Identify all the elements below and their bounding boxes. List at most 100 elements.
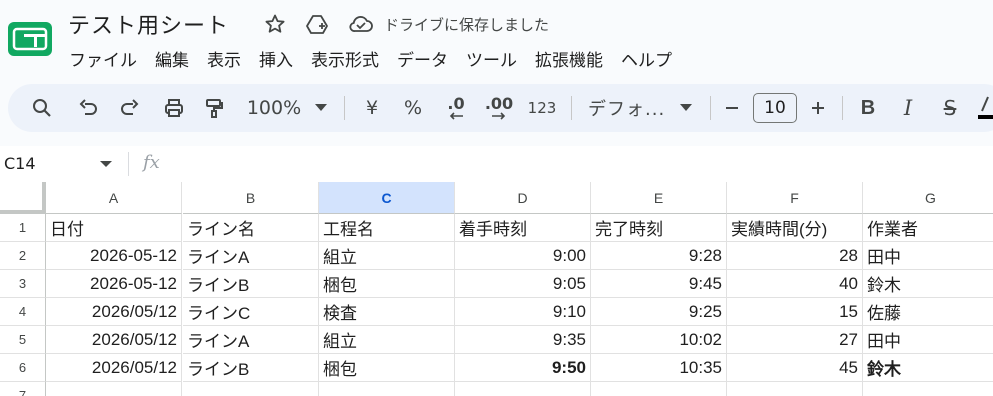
row-header-4[interactable]: 4 [0, 298, 46, 326]
column-header-d[interactable]: D [455, 182, 591, 214]
row-header-5[interactable]: 5 [0, 326, 46, 354]
cell-col-process[interactable]: 組立 [319, 242, 455, 270]
cell-col-end-time[interactable]: 9:28 [591, 242, 727, 270]
zoom-value[interactable]: 100% [244, 84, 304, 132]
cell-col-line-name[interactable]: ラインC [183, 298, 319, 326]
cell-col-actual-minutes[interactable] [727, 382, 863, 396]
cell-col-line-name[interactable]: ラインA [183, 242, 319, 270]
sheets-logo-icon[interactable] [8, 22, 52, 56]
increase-font-size-icon[interactable] [806, 84, 830, 132]
undo-icon[interactable] [74, 84, 102, 132]
paint-format-icon[interactable] [200, 84, 228, 132]
cell-col-date[interactable]: 2026-05-12 [46, 242, 182, 270]
italic-button[interactable]: I [896, 84, 920, 132]
currency-button[interactable]: ¥ [360, 84, 384, 132]
cell-col-date[interactable] [46, 382, 182, 396]
row-header-6[interactable]: 6 [0, 354, 46, 382]
redo-icon[interactable] [116, 84, 144, 132]
zoom-dropdown-icon[interactable] [311, 84, 331, 132]
column-header-c[interactable]: C [319, 182, 455, 214]
cell-col-worker[interactable]: 田中 [863, 242, 993, 270]
cell-col-start-time[interactable] [455, 382, 591, 396]
cell-col-actual-minutes[interactable]: 45 [727, 354, 863, 382]
header-cell-col-date[interactable]: 日付 [46, 214, 182, 242]
more-formats-button[interactable]: 123 [526, 84, 558, 132]
cell-col-actual-minutes[interactable]: 27 [727, 326, 863, 354]
menu-edit[interactable]: 編集 [146, 44, 198, 73]
cell-col-date[interactable]: 2026/05/12 [46, 354, 182, 382]
cell-col-process[interactable]: 組立 [319, 326, 455, 354]
menu-file[interactable]: ファイル [60, 44, 146, 73]
cell-col-line-name[interactable]: ラインB [183, 270, 319, 298]
header-cell-col-end-time[interactable]: 完了時刻 [591, 214, 727, 242]
cell-col-line-name[interactable]: ラインB [183, 354, 319, 382]
menu-view[interactable]: 表示 [198, 44, 250, 73]
cell-col-end-time[interactable]: 9:45 [591, 270, 727, 298]
row-header-2[interactable]: 2 [0, 242, 46, 270]
cloud-saved-icon[interactable] [348, 12, 373, 36]
percent-button[interactable]: % [401, 84, 425, 132]
decrease-font-size-icon[interactable] [720, 84, 744, 132]
cell-col-date[interactable]: 2026/05/12 [46, 298, 182, 326]
cell-col-start-time[interactable]: 9:50 [455, 354, 591, 382]
bold-button[interactable]: B [856, 84, 880, 132]
column-header-a[interactable]: A [46, 182, 182, 214]
decrease-decimal-button[interactable]: .0 [441, 84, 471, 132]
cell-col-end-time[interactable]: 10:35 [591, 354, 727, 382]
cell-col-worker[interactable]: 佐藤 [863, 298, 993, 326]
cell-col-worker[interactable]: 田中 [863, 326, 993, 354]
cell-col-start-time[interactable]: 9:35 [455, 326, 591, 354]
row-header-7[interactable]: 7 [0, 382, 46, 396]
text-color-icon[interactable] [978, 84, 993, 132]
name-box-dropdown-icon[interactable] [100, 161, 112, 167]
cell-col-process[interactable]: 梱包 [319, 354, 455, 382]
cell-col-date[interactable]: 2026-05-12 [46, 270, 182, 298]
menu-format[interactable]: 表示形式 [302, 44, 388, 73]
cell-col-worker[interactable] [863, 382, 993, 396]
select-all-corner[interactable] [0, 182, 46, 214]
cell-col-worker[interactable]: 鈴木 [863, 354, 993, 382]
column-header-b[interactable]: B [183, 182, 319, 214]
menu-tools[interactable]: ツール [457, 44, 526, 73]
cell-col-actual-minutes[interactable]: 40 [727, 270, 863, 298]
column-header-e[interactable]: E [591, 182, 727, 214]
cell-col-actual-minutes[interactable]: 28 [727, 242, 863, 270]
font-dropdown-icon[interactable] [676, 84, 696, 132]
cell-col-worker[interactable]: 鈴木 [863, 270, 993, 298]
document-title[interactable]: テスト用シート [68, 8, 229, 40]
row-header-1[interactable]: 1 [0, 214, 46, 242]
menu-help[interactable]: ヘルプ [612, 44, 681, 73]
cell-col-date[interactable]: 2026/05/12 [46, 326, 182, 354]
menu-extensions[interactable]: 拡張機能 [526, 44, 612, 73]
star-icon[interactable] [263, 12, 287, 36]
strikethrough-button[interactable]: S [937, 84, 963, 132]
cell-col-process[interactable] [319, 382, 455, 396]
cell-col-start-time[interactable]: 9:10 [455, 298, 591, 326]
cell-col-end-time[interactable]: 9:25 [591, 298, 727, 326]
cell-col-actual-minutes[interactable]: 15 [727, 298, 863, 326]
move-to-drive-icon[interactable] [305, 12, 329, 36]
cell-col-line-name[interactable] [183, 382, 319, 396]
increase-decimal-button[interactable]: .00 [482, 84, 516, 132]
column-header-f[interactable]: F [727, 182, 863, 214]
header-cell-col-actual-minutes[interactable]: 実績時間(分) [727, 214, 863, 242]
column-header-g[interactable]: G [863, 182, 993, 214]
search-icon[interactable] [28, 84, 56, 132]
name-box[interactable]: C14 [4, 154, 36, 173]
header-cell-col-process[interactable]: 工程名 [319, 214, 455, 242]
cell-col-end-time[interactable] [591, 382, 727, 396]
cell-col-process[interactable]: 検査 [319, 298, 455, 326]
cell-col-start-time[interactable]: 9:05 [455, 270, 591, 298]
header-cell-col-start-time[interactable]: 着手時刻 [455, 214, 591, 242]
menu-insert[interactable]: 挿入 [250, 44, 302, 73]
cell-col-process[interactable]: 梱包 [319, 270, 455, 298]
row-header-3[interactable]: 3 [0, 270, 46, 298]
font-select[interactable]: デフォ... [588, 84, 666, 132]
header-cell-col-line-name[interactable]: ライン名 [183, 214, 319, 242]
font-size-input[interactable]: 10 [753, 93, 797, 123]
cell-col-start-time[interactable]: 9:00 [455, 242, 591, 270]
menu-data[interactable]: データ [388, 44, 457, 73]
header-cell-col-worker[interactable]: 作業者 [863, 214, 993, 242]
print-icon[interactable] [160, 84, 188, 132]
cell-col-end-time[interactable]: 10:02 [591, 326, 727, 354]
